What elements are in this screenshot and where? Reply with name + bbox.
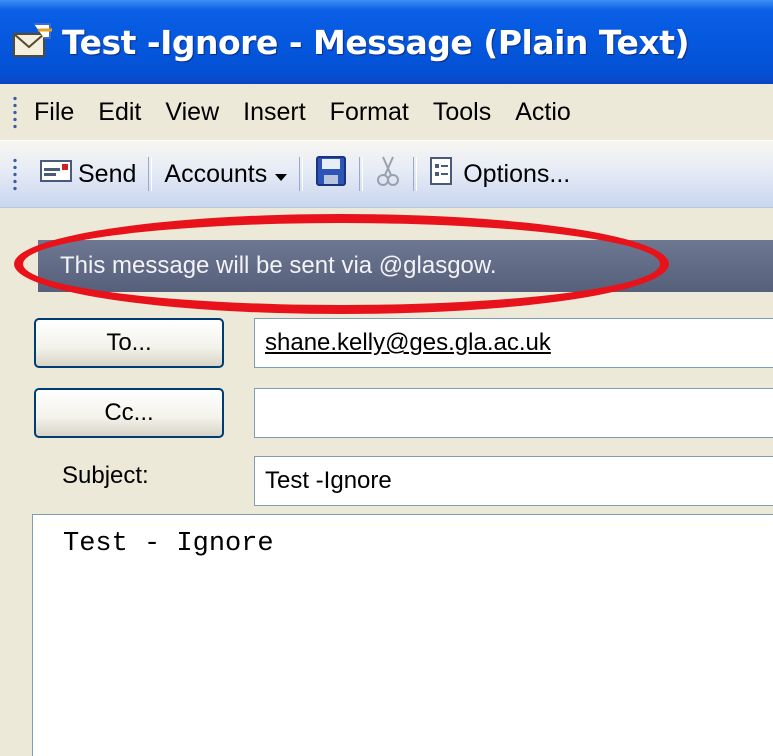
floppy-disk-icon	[315, 155, 347, 194]
subject-value: Test -Ignore	[265, 467, 392, 494]
toolbar-separator	[413, 157, 418, 191]
send-label: Send	[78, 159, 137, 188]
menu-grip-handle[interactable]	[12, 95, 22, 129]
scissors-icon	[375, 155, 401, 194]
cc-button-label: Cc...	[104, 399, 154, 426]
toolbar-separator	[148, 157, 153, 191]
options-label: Options...	[463, 159, 571, 188]
menu-tools[interactable]: Tools	[429, 98, 511, 127]
toolbar-grip-handle[interactable]	[12, 157, 22, 191]
window-title: Test -Ignore - Message (Plain Text)	[62, 22, 690, 62]
accounts-label: Accounts	[164, 159, 268, 188]
menu-view[interactable]: View	[161, 98, 239, 127]
account-info-bar: This message will be sent via @glasgow.	[38, 240, 773, 292]
message-body[interactable]: Test - Ignore	[32, 514, 773, 756]
to-recipient[interactable]: shane.kelly@ges.gla.ac.uk	[265, 329, 551, 357]
message-body-text: Test - Ignore	[63, 529, 274, 559]
menu-insert[interactable]: Insert	[239, 98, 326, 127]
chevron-down-icon	[275, 160, 288, 189]
to-button-label: To...	[106, 329, 152, 356]
envelope-icon[interactable]	[10, 20, 54, 64]
info-bar-text: This message will be sent via @glasgow.	[60, 252, 497, 279]
menu-bar: File Edit View Insert Format Tools Actio	[0, 86, 773, 138]
accounts-button[interactable]: Accounts	[154, 149, 297, 199]
menu-edit[interactable]: Edit	[94, 98, 161, 127]
cc-button[interactable]: Cc...	[34, 388, 224, 438]
to-field[interactable]: shane.kelly@ges.gla.ac.uk	[254, 318, 773, 368]
options-button[interactable]: Options...	[419, 149, 580, 199]
menu-actions[interactable]: Actio	[511, 98, 591, 127]
cut-button[interactable]	[365, 149, 411, 199]
cc-field[interactable]	[254, 388, 773, 438]
options-icon	[429, 156, 455, 193]
standard-toolbar: Send Accounts Options...	[0, 140, 773, 208]
send-mail-icon	[40, 159, 72, 189]
subject-field[interactable]: Test -Ignore	[254, 456, 773, 506]
toolbar-separator	[359, 157, 364, 191]
title-bar: Test -Ignore - Message (Plain Text)	[0, 0, 773, 84]
to-button[interactable]: To...	[34, 318, 224, 368]
menu-file[interactable]: File	[30, 98, 94, 127]
save-button[interactable]	[305, 149, 357, 199]
send-button[interactable]: Send	[30, 149, 146, 199]
subject-label: Subject:	[62, 462, 149, 489]
menu-format[interactable]: Format	[326, 98, 429, 127]
toolbar-separator	[299, 157, 304, 191]
